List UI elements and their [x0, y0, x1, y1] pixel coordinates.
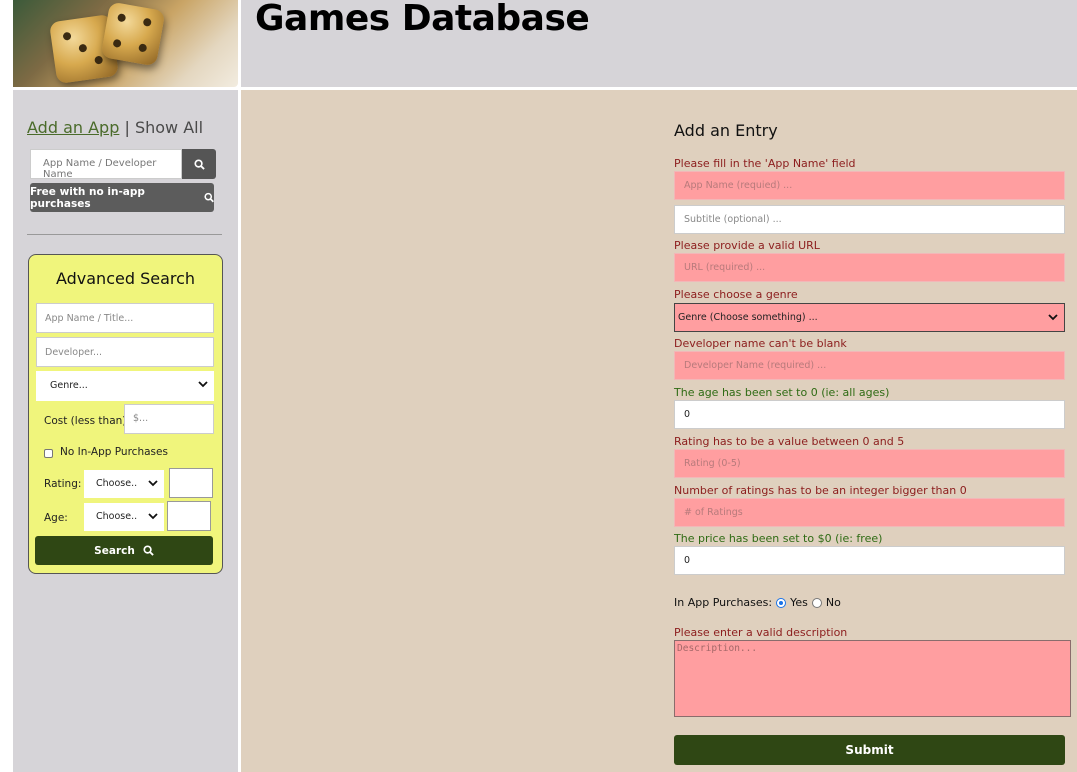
add-app-link[interactable]: Add an App: [27, 118, 119, 137]
site-title: Games Database: [255, 0, 590, 39]
genre-error: Please choose a genre: [674, 288, 798, 301]
subtitle-input[interactable]: Subtitle (optional) ...: [674, 205, 1065, 234]
chevron-down-icon: [148, 513, 158, 520]
search-icon: [193, 158, 205, 170]
description-error: Please enter a valid description: [674, 626, 848, 639]
adv-no-iap-checkbox[interactable]: [44, 449, 53, 458]
link-separator: |: [124, 118, 130, 137]
adv-rating-label: Rating:: [44, 478, 82, 490]
description-textarea[interactable]: Description...: [674, 640, 1071, 717]
genre-select-value: Genre (Choose something) ...: [678, 312, 818, 323]
app-name-error: Please fill in the 'App Name' field: [674, 157, 856, 170]
advanced-search-title: Advanced Search: [55, 269, 196, 288]
form-title: Add an Entry: [674, 121, 778, 140]
adv-age-label: Age:: [44, 512, 68, 524]
price-input[interactable]: 0: [674, 546, 1065, 575]
submit-button[interactable]: Submit: [674, 735, 1065, 765]
search-icon: [143, 545, 154, 556]
adv-age-select[interactable]: Choose..: [84, 503, 164, 531]
iap-no-label: No: [825, 596, 841, 609]
adv-genre-select[interactable]: Genre...: [36, 371, 214, 401]
rating-input[interactable]: Rating (0-5): [674, 449, 1065, 478]
rating-error: Rating has to be a value between 0 and 5: [674, 435, 905, 448]
app-name-input[interactable]: App Name (requied) ...: [674, 171, 1065, 200]
sidebar-links: Add an App | Show All: [27, 118, 203, 137]
adv-rating-value: Choose..: [96, 478, 138, 489]
adv-title-input[interactable]: App Name / Title...: [36, 303, 214, 333]
adv-genre-value: Genre...: [50, 380, 88, 391]
iap-no-radio[interactable]: [811, 597, 822, 608]
quick-search: App Name / Developer Name: [30, 149, 216, 180]
advanced-search-panel: Advanced Search App Name / Title... Deve…: [28, 254, 223, 574]
chevron-down-icon: [1048, 314, 1058, 321]
chevron-down-icon: [148, 480, 158, 487]
adv-age-value: Choose..: [96, 511, 138, 522]
adv-developer-input[interactable]: Developer...: [36, 337, 214, 367]
dice-icon: [13, 0, 238, 87]
sidebar-divider: [27, 234, 222, 235]
adv-search-label: Search: [94, 544, 135, 557]
adv-cost-input[interactable]: $...: [124, 404, 214, 434]
iap-label: In App Purchases:: [674, 596, 773, 609]
iap-yes-radio[interactable]: [776, 597, 787, 608]
developer-error: Developer name can't be blank: [674, 337, 847, 350]
quick-search-input[interactable]: App Name / Developer Name: [30, 149, 182, 180]
developer-input[interactable]: Developer Name (required) ...: [674, 351, 1065, 380]
page: Games Database Add an App | Show All App…: [13, 0, 1077, 772]
sidebar: Add an App | Show All App Name / Develop…: [13, 90, 238, 772]
in-app-purchases-row: In App Purchases: Yes No: [674, 596, 841, 609]
search-icon: [204, 192, 214, 203]
age-notice: The age has been set to 0 (ie: all ages): [674, 386, 890, 399]
num-ratings-error: Number of ratings has to be an integer b…: [674, 484, 967, 497]
adv-cost-label: Cost (less than):: [44, 415, 130, 427]
genre-select[interactable]: Genre (Choose something) ...: [674, 303, 1065, 332]
quick-search-button[interactable]: [182, 149, 216, 179]
free-no-iap-button[interactable]: Free with no in-app purchases: [30, 183, 214, 212]
header: Games Database: [241, 0, 1077, 87]
free-button-label: Free with no in-app purchases: [30, 185, 145, 210]
main-content: Add an Entry Please fill in the 'App Nam…: [241, 90, 1077, 772]
url-input[interactable]: URL (required) ...: [674, 253, 1065, 282]
adv-rating-value-input[interactable]: [169, 468, 213, 498]
adv-search-button[interactable]: Search: [35, 536, 213, 565]
adv-rating-select[interactable]: Choose..: [84, 470, 164, 498]
price-notice: The price has been set to $0 (ie: free): [674, 532, 883, 545]
iap-yes-label: Yes: [790, 596, 808, 609]
chevron-down-icon: [198, 381, 208, 388]
num-ratings-input[interactable]: # of Ratings: [674, 498, 1065, 527]
show-all-link[interactable]: Show All: [135, 118, 203, 137]
adv-no-iap-label: No In-App Purchases: [60, 446, 168, 458]
age-input[interactable]: 0: [674, 400, 1065, 429]
adv-age-value-input[interactable]: [167, 501, 211, 531]
url-error: Please provide a valid URL: [674, 239, 820, 252]
